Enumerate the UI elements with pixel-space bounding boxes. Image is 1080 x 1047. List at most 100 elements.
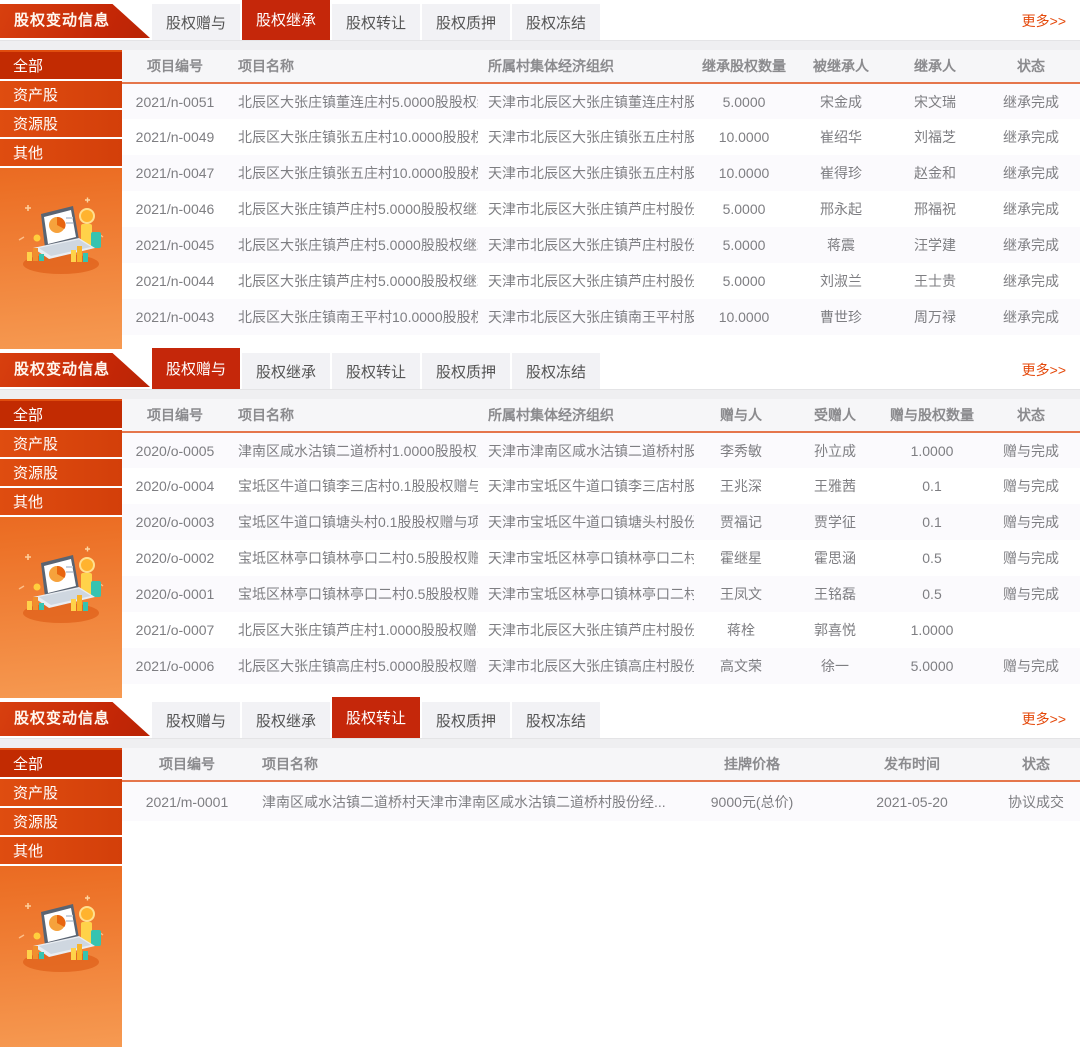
cell-3: 蒋栓 [694,612,788,648]
cell-4: 崔绍华 [794,119,888,155]
cell-6: 赠与完成 [982,576,1080,612]
tab-active[interactable]: 股权转让 [332,697,420,738]
column-header-1: 项目名称 [228,50,478,83]
column-header-5: 赠与股权数量 [882,399,982,432]
more-link[interactable]: 更多>> [1022,11,1066,31]
table-area: 项目编号项目名称所属村集体经济组织继承股权数量被继承人继承人状态2021/n-0… [122,50,1080,349]
sidebar-item-0[interactable]: 全部 [0,750,122,779]
section-divider [0,41,1080,50]
tab-2[interactable]: 股权转让 [332,353,420,389]
column-header-1: 项目名称 [228,399,478,432]
more-link[interactable]: 更多>> [1022,360,1066,380]
sidebar-item-0[interactable]: 全部 [0,401,122,430]
tab-active[interactable]: 股权赠与 [152,348,240,389]
tab-0[interactable]: 股权赠与 [152,702,240,738]
column-header-6: 状态 [982,50,1080,83]
table-row[interactable]: 2021/o-0007北辰区大张庄镇芦庄村1.0000股股权赠与...天津市北辰… [122,612,1080,648]
cell-1: 宝坻区林亭口镇林亭口二村0.5股股权赠与... [228,540,478,576]
cell-5: 周万禄 [888,299,982,335]
table-row[interactable]: 2021/n-0046北辰区大张庄镇芦庄村5.0000股股权继承...天津市北辰… [122,191,1080,227]
tab-4[interactable]: 股权冻结 [512,353,600,389]
column-header-3: 继承股权数量 [694,50,794,83]
cell-4: 蒋震 [794,227,888,263]
column-header-2: 所属村集体经济组织 [478,399,694,432]
table-header-row: 项目编号项目名称挂牌价格发布时间状态 [122,748,1080,781]
sidebar-item-3[interactable]: 其他 [0,488,122,517]
table-row[interactable]: 2021/n-0049北辰区大张庄镇张五庄村10.0000股股权继...天津市北… [122,119,1080,155]
cell-3: 5.0000 [694,263,794,299]
table-row[interactable]: 2021/n-0051北辰区大张庄镇董连庄村5.0000股股权继...天津市北辰… [122,83,1080,119]
tab-1[interactable]: 股权继承 [242,353,330,389]
cell-1: 北辰区大张庄镇芦庄村1.0000股股权赠与... [228,612,478,648]
cell-2: 天津市宝坻区牛道口镇塘头村股份... [478,504,694,540]
sidebar-item-2[interactable]: 资源股 [0,459,122,488]
table-row[interactable]: 2020/o-0005津南区咸水沽镇二道桥村1.0000股股权赠...天津市津南… [122,432,1080,468]
table-row[interactable]: 2021/n-0044北辰区大张庄镇芦庄村5.0000股股权继承...天津市北辰… [122,263,1080,299]
table-row[interactable]: 2020/o-0002宝坻区林亭口镇林亭口二村0.5股股权赠与...天津市宝坻区… [122,540,1080,576]
table-row[interactable]: 2021/n-0045北辰区大张庄镇芦庄村5.0000股股权继承...天津市北辰… [122,227,1080,263]
cell-5: 王士贵 [888,263,982,299]
tab-3[interactable]: 股权质押 [422,702,510,738]
tab-2[interactable]: 股权转让 [332,4,420,40]
cell-4: 崔得珍 [794,155,888,191]
sidebar-item-2[interactable]: 资源股 [0,110,122,139]
section-divider [0,390,1080,399]
table-area: 项目编号项目名称挂牌价格发布时间状态2021/m-0001津南区咸水沽镇二道桥村… [122,748,1080,1047]
table-row[interactable]: 2020/o-0004宝坻区牛道口镇李三店村0.1股股权赠与项目天津市宝坻区牛道… [122,468,1080,504]
sidebar-item-3[interactable]: 其他 [0,139,122,168]
column-header-1: 项目名称 [252,748,672,781]
sidebar-item-1[interactable]: 资产股 [0,81,122,110]
tab-active[interactable]: 股权继承 [242,0,330,40]
cell-0: 2021/n-0047 [122,155,228,191]
cell-6: 继承完成 [982,119,1080,155]
table-row[interactable]: 2020/o-0001宝坻区林亭口镇林亭口二村0.5股股权赠与...天津市宝坻区… [122,576,1080,612]
cell-1: 北辰区大张庄镇张五庄村10.0000股股权继... [228,155,478,191]
cell-1: 北辰区大张庄镇张五庄村10.0000股股权继... [228,119,478,155]
sidebar-item-1[interactable]: 资产股 [0,779,122,808]
tab-4[interactable]: 股权冻结 [512,702,600,738]
section-title: 股权变动信息 [14,12,110,29]
table-row[interactable]: 2021/o-0006北辰区大张庄镇高庄村5.0000股股权赠与...天津市北辰… [122,648,1080,684]
cell-0: 2021/n-0045 [122,227,228,263]
cell-5: 1.0000 [882,432,982,468]
sidebar-item-2[interactable]: 资源股 [0,808,122,837]
cell-6 [982,612,1080,648]
cell-1: 宝坻区林亭口镇林亭口二村0.5股股权赠与... [228,576,478,612]
sidebar-item-1[interactable]: 资产股 [0,430,122,459]
sidebar-item-3[interactable]: 其他 [0,837,122,866]
section-equity-transfer: 股权变动信息 股权赠与股权继承股权转让股权质押股权冻结 更多>> 全部资产股资源… [0,698,1080,1047]
more-link[interactable]: 更多>> [1022,709,1066,729]
tab-3[interactable]: 股权质押 [422,4,510,40]
cell-1: 北辰区大张庄镇高庄村5.0000股股权赠与... [228,648,478,684]
table-row[interactable]: 2020/o-0003宝坻区牛道口镇塘头村0.1股股权赠与项目天津市宝坻区牛道口… [122,504,1080,540]
table-row[interactable]: 2021/n-0047北辰区大张庄镇张五庄村10.0000股股权继...天津市北… [122,155,1080,191]
cell-5: 宋文瑞 [888,83,982,119]
tab-0[interactable]: 股权赠与 [152,4,240,40]
table-row[interactable]: 2021/n-0043北辰区大张庄镇南王平村10.0000股股权继...天津市北… [122,299,1080,335]
table-row[interactable]: 2021/m-0001津南区咸水沽镇二道桥村天津市津南区咸水沽镇二道桥村股份经.… [122,781,1080,821]
cell-2: 天津市北辰区大张庄镇南王平村股... [478,299,694,335]
section-content: 全部资产股资源股其他 项目编号项目名称挂牌价格发布时间状态2021/m-0001… [0,748,1080,1047]
cell-5: 0.5 [882,576,982,612]
cell-0: 2021/n-0043 [122,299,228,335]
cell-6: 继承完成 [982,191,1080,227]
cell-0: 2021/n-0049 [122,119,228,155]
cell-5: 赵金和 [888,155,982,191]
cell-4: 王铭磊 [788,576,882,612]
table-header-row: 项目编号项目名称所属村集体经济组织继承股权数量被继承人继承人状态 [122,50,1080,83]
tab-3[interactable]: 股权质押 [422,353,510,389]
tab-4[interactable]: 股权冻结 [512,4,600,40]
table-header-row: 项目编号项目名称所属村集体经济组织赠与人受赠人赠与股权数量状态 [122,399,1080,432]
cell-2: 天津市津南区咸水沽镇二道桥村股... [478,432,694,468]
cell-3: 2021-05-20 [832,781,992,821]
transfer-table: 项目编号项目名称挂牌价格发布时间状态2021/m-0001津南区咸水沽镇二道桥村… [122,748,1080,821]
tab-1[interactable]: 股权继承 [242,702,330,738]
cell-4: 郭喜悦 [788,612,882,648]
cell-5: 1.0000 [882,612,982,648]
sidebar-item-0[interactable]: 全部 [0,52,122,81]
section-title: 股权变动信息 [14,710,110,727]
section-equity-inheritance: 股权变动信息 股权赠与股权继承股权转让股权质押股权冻结 更多>> 全部资产股资源… [0,0,1080,349]
cell-4: 霍思涵 [788,540,882,576]
laptop-chart-illustration-icon [15,194,107,278]
cell-4: 贾学征 [788,504,882,540]
